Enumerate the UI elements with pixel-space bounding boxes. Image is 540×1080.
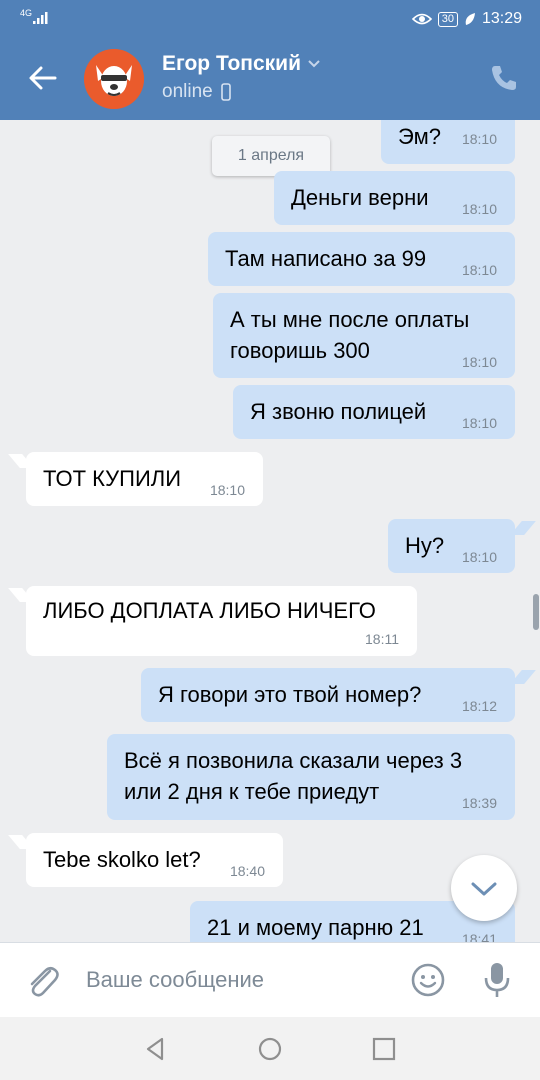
message-bubble-outgoing[interactable]: Я звоню полицей 18:10 xyxy=(233,385,515,439)
chevron-down-icon xyxy=(471,882,497,896)
scroll-indicator[interactable] xyxy=(533,594,539,630)
message-bubble-incoming[interactable]: Tebe skolko let? 18:40 xyxy=(26,833,283,887)
message-text: ТОТ КУПИЛИ xyxy=(43,466,182,491)
message-text: ЛИБО ДОПЛАТА ЛИБО НИЧЕГО xyxy=(43,598,376,623)
date-separator: 1 апреля xyxy=(212,136,330,176)
eye-icon xyxy=(411,13,432,25)
presence-text: online xyxy=(162,81,213,102)
dog-face-icon xyxy=(84,49,144,109)
message-text: А ты мне после оплаты xyxy=(230,307,470,332)
message-time: 18:10 xyxy=(461,415,497,431)
recent-apps-square-icon[interactable] xyxy=(370,1035,398,1063)
message-bubble-incoming[interactable]: ЛИБО ДОПЛАТА ЛИБО НИЧЕГО 18:11 xyxy=(26,586,417,656)
message-text: Там написано за 99 xyxy=(225,246,427,271)
message-time: 18:10 xyxy=(461,201,497,217)
leaf-icon xyxy=(465,13,475,25)
chevron-down-icon xyxy=(308,60,320,68)
message-bubble-outgoing[interactable]: Деньги верни 18:10 xyxy=(274,171,515,225)
network-type: 4G xyxy=(20,8,33,18)
message-time: 18:10 xyxy=(461,131,497,147)
message-text: Ну? xyxy=(405,533,445,558)
phone-icon[interactable] xyxy=(488,63,518,93)
clock: 13:29 xyxy=(481,10,522,27)
smile-icon[interactable] xyxy=(410,962,446,998)
message-text: Эм? xyxy=(398,124,441,149)
message-bubble-outgoing[interactable]: А ты мне после оплаты говоришь 300 18:10 xyxy=(213,293,515,378)
message-text: Всё я позвонила сказали через 3 xyxy=(124,748,463,773)
chat-header: Егор Топский online xyxy=(0,37,540,120)
message-time: 18:12 xyxy=(461,698,497,714)
contact-name[interactable]: Егор Топский xyxy=(162,52,321,76)
message-text: Tebe skolko let? xyxy=(43,847,201,872)
message-time: 18:10 xyxy=(461,549,497,565)
message-time: 18:10 xyxy=(461,262,497,278)
back-triangle-icon[interactable] xyxy=(142,1035,170,1063)
home-circle-icon[interactable] xyxy=(256,1035,284,1063)
message-bubble-outgoing[interactable]: Там написано за 99 18:10 xyxy=(208,232,515,286)
message-time: 18:39 xyxy=(461,795,497,811)
contact-name-text: Егор Топский xyxy=(162,52,301,75)
system-navigation-bar xyxy=(0,1017,540,1080)
message-text: 21 и моему парню 21 xyxy=(207,915,424,940)
message-composer: Ваше сообщение xyxy=(0,942,540,1018)
signal-icon xyxy=(33,12,48,24)
message-bubble-incoming[interactable]: ТОТ КУПИЛИ 18:10 xyxy=(26,452,263,506)
message-text: Я звоню полицей xyxy=(250,399,427,424)
message-text: говоришь 300 xyxy=(230,338,370,363)
message-text: или 2 дня к тебе приедут xyxy=(124,779,380,804)
message-input[interactable]: Ваше сообщение xyxy=(86,967,264,993)
message-bubble-outgoing[interactable]: Ну? 18:10 xyxy=(388,519,515,573)
message-bubble-outgoing[interactable]: Эм? 18:10 xyxy=(381,120,515,164)
message-list[interactable]: Эм? 18:10 1 апреля Деньги верни 18:10 Та… xyxy=(0,120,540,942)
status-bar: 4G 30 13:29 xyxy=(0,0,540,37)
paperclip-icon[interactable] xyxy=(24,961,60,1001)
message-text: Я говори это твой номер? xyxy=(158,682,422,707)
message-time: 18:10 xyxy=(461,354,497,370)
message-bubble-outgoing[interactable]: Всё я позвонила сказали через 3 или 2 дн… xyxy=(107,734,515,820)
presence-status: online xyxy=(162,81,231,103)
message-time: 18:11 xyxy=(365,631,399,647)
scroll-down-button[interactable] xyxy=(451,855,517,921)
microphone-icon[interactable] xyxy=(482,960,512,1000)
battery-indicator: 30 xyxy=(437,11,458,27)
mobile-phone-icon xyxy=(220,83,231,101)
message-time: 18:10 xyxy=(209,482,245,498)
message-time: 18:41 xyxy=(461,931,497,942)
message-time: 18:40 xyxy=(229,863,265,879)
message-text: Деньги верни xyxy=(291,185,429,210)
message-bubble-outgoing[interactable]: Я говори это твой номер? 18:12 xyxy=(141,668,515,722)
avatar[interactable] xyxy=(84,49,144,109)
back-arrow-icon[interactable] xyxy=(26,61,60,95)
